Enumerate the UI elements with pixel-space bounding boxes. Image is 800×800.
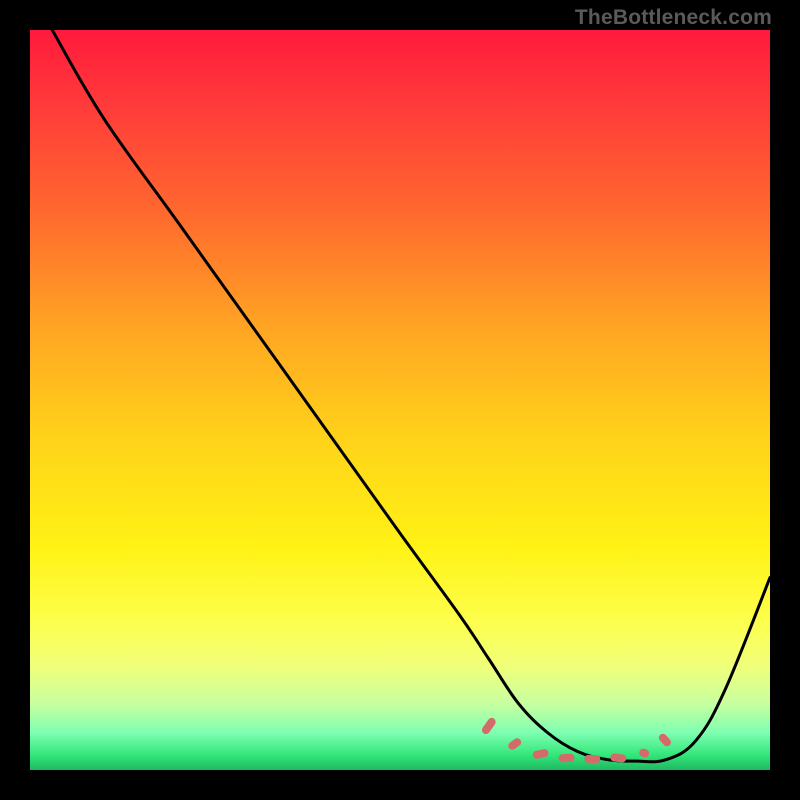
chart-frame: TheBottleneck.com — [0, 0, 800, 800]
bottleneck-curve-svg — [30, 30, 770, 770]
optimal-marker — [480, 716, 497, 735]
optimal-marker — [507, 737, 523, 752]
optimal-marker — [638, 748, 650, 759]
optimal-marker — [558, 754, 574, 763]
bottleneck-curve-path — [52, 30, 770, 762]
optimal-marker — [657, 732, 672, 748]
optimal-zone-markers — [480, 716, 672, 763]
watermark-text: TheBottleneck.com — [575, 6, 772, 30]
optimal-marker — [532, 748, 549, 759]
optimal-marker — [584, 755, 600, 764]
gradient-plot-area — [30, 30, 770, 770]
